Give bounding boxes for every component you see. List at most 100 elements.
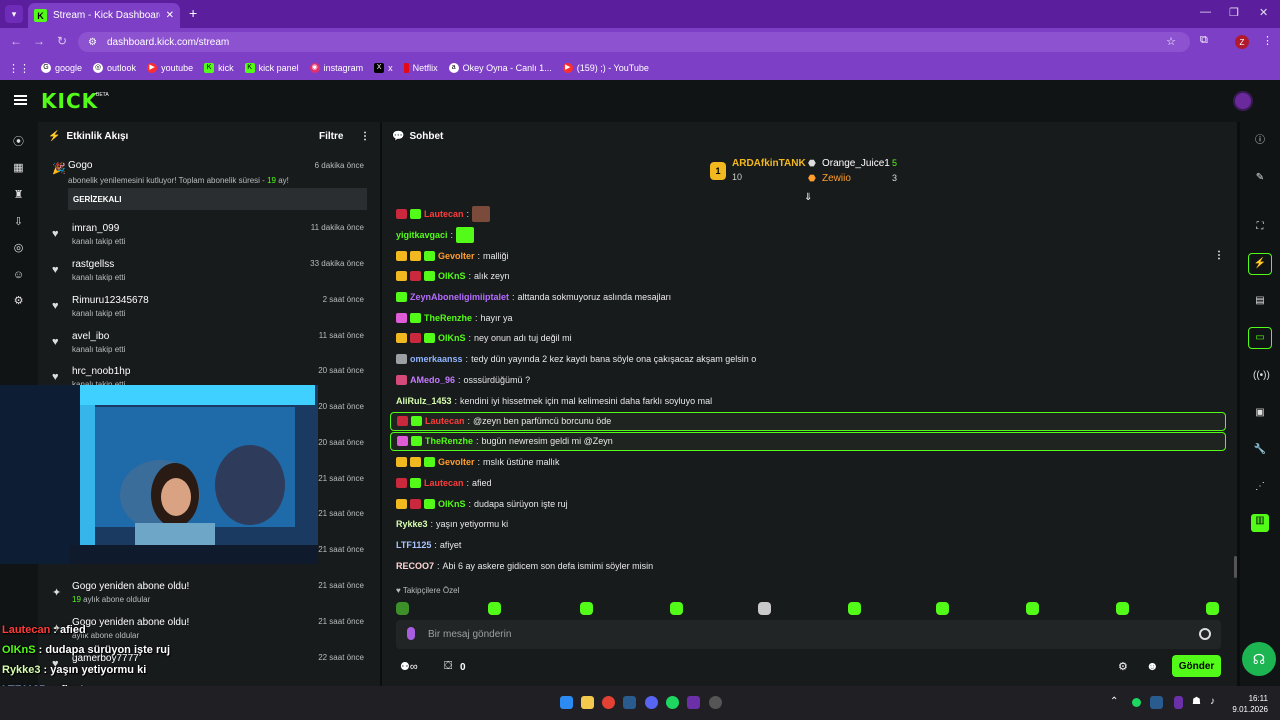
chat-toggle-icon[interactable]: ▭: [1248, 327, 1272, 349]
url-input[interactable]: ⚙ dashboard.kick.com/stream ☆: [78, 32, 1190, 52]
volume-icon[interactable]: ♪: [1210, 696, 1223, 709]
tray-app-icon[interactable]: [1132, 698, 1141, 707]
close-icon[interactable]: ✕: [166, 10, 174, 21]
quick-actions-icon[interactable]: ⚡: [1248, 253, 1272, 275]
chat-message[interactable]: yigitkavgaci:: [390, 225, 1226, 246]
badge-icon[interactable]: [410, 457, 421, 468]
emote-icon[interactable]: [472, 206, 491, 223]
badge-icon[interactable]: [411, 436, 422, 447]
broadcast-icon[interactable]: ((•)): [1253, 369, 1270, 383]
tray-chevron-icon[interactable]: ⌃: [1110, 696, 1123, 709]
feed-item[interactable]: ♥ rastgellss kanalı takip etti 33 dakika ön…: [48, 256, 370, 290]
bookmark-google[interactable]: Ggoogle: [41, 63, 82, 73]
emote-icon[interactable]: [848, 602, 861, 615]
network-icon[interactable]: ☗: [1192, 696, 1205, 709]
bookmark-x[interactable]: Xx: [374, 63, 393, 73]
expand-chevron-icon[interactable]: ⇓: [804, 192, 812, 203]
badge-icon[interactable]: [410, 250, 421, 261]
chat-username[interactable]: AliRulz_1453: [396, 396, 452, 406]
forward-button[interactable]: →: [33, 34, 45, 48]
badge-icon[interactable]: [396, 354, 407, 365]
feed-item[interactable]: ♥ imran_099 kanalı takip etti 11 dakika önc…: [48, 220, 370, 254]
emote-icon[interactable]: [1026, 602, 1039, 615]
stream-icon[interactable]: ⦿: [12, 136, 25, 149]
badge-icon[interactable]: [396, 250, 407, 261]
app-icon-2[interactable]: [709, 696, 722, 709]
chat-username[interactable]: Gevolter: [438, 457, 475, 467]
emote-icon[interactable]: [670, 602, 683, 615]
badge-icon[interactable]: [424, 457, 435, 468]
emote-picker-icon[interactable]: ☻: [1146, 659, 1159, 673]
trophy-icon[interactable]: ♜: [12, 189, 25, 202]
bookmark-kick[interactable]: Kkick: [204, 63, 234, 73]
chat-message-input[interactable]: Bir mesaj gönderin: [396, 620, 1221, 649]
badge-icon[interactable]: [410, 477, 421, 488]
badge-icon[interactable]: [396, 292, 407, 303]
bookmark-outlook[interactable]: ◎ outlook: [93, 63, 136, 73]
badge-icon[interactable]: [396, 477, 407, 488]
crop-icon[interactable]: ⛶: [1253, 220, 1267, 234]
badge-icon[interactable]: [411, 416, 422, 427]
document-icon[interactable]: ▤: [1253, 294, 1267, 308]
chat-users-icon[interactable]: ⚉∞: [400, 660, 418, 673]
chat-username[interactable]: Lautecan: [424, 478, 464, 488]
badge-icon[interactable]: [397, 416, 408, 427]
discord-icon[interactable]: [645, 696, 658, 709]
chat-message[interactable]: OlKnS: dudapa sürüyon işte ruj: [390, 493, 1226, 514]
chat-message[interactable]: TheRenzhe: hayır ya: [390, 307, 1226, 328]
badge-icon[interactable]: [424, 498, 435, 509]
bookmark-okey[interactable]: a Okey Oyna - Canlı 1...: [448, 63, 552, 73]
chat-message[interactable]: AMedo_96: osssürdüğümü ?: [390, 370, 1226, 391]
chat-username[interactable]: OlKnS: [438, 271, 466, 281]
chrome-icon[interactable]: [602, 696, 615, 709]
download-icon[interactable]: ⇩: [12, 216, 25, 229]
system-clock[interactable]: 16:11 9.01.2026: [1232, 693, 1268, 715]
emote-icon[interactable]: [1206, 602, 1219, 615]
start-icon[interactable]: [560, 696, 573, 709]
emoji-icon[interactable]: [1199, 628, 1211, 640]
badge-icon[interactable]: [396, 374, 407, 385]
bookmark-netflix[interactable]: Netflix: [403, 63, 438, 73]
chat-username[interactable]: Gevolter: [438, 251, 475, 261]
bookmark-star-icon[interactable]: ☆: [1166, 35, 1176, 48]
chat-message[interactable]: Gevolter: mslık üstüne mallık: [390, 452, 1226, 473]
target-icon[interactable]: ◎: [12, 242, 25, 255]
mic-tray-icon[interactable]: [1174, 696, 1183, 709]
badge-icon[interactable]: [410, 209, 421, 220]
more-options-icon[interactable]: ⋮: [360, 131, 370, 142]
emote-icon[interactable]: [758, 602, 771, 615]
extensions-icon[interactable]: ⧉: [1200, 34, 1208, 47]
badge-icon[interactable]: [396, 457, 407, 468]
chat-message[interactable]: ZeynAboneligimiiptalet: alttanda sokmuyor…: [390, 287, 1226, 308]
badge-icon[interactable]: [424, 271, 435, 282]
new-tab-button[interactable]: +: [189, 5, 197, 21]
bookmark-youtube-2[interactable]: ▶ (159) ;) - YouTube: [562, 63, 649, 73]
wrench-icon[interactable]: 🔧: [1253, 443, 1267, 457]
chat-message[interactable]: RECOO7: Abi 6 ay askere gidicem son defa …: [390, 555, 1226, 576]
emote-icon[interactable]: [396, 602, 409, 615]
chat-username[interactable]: Lautecan: [425, 416, 465, 426]
badge-icon[interactable]: [396, 498, 407, 509]
user-avatar[interactable]: [1233, 91, 1253, 111]
badge-icon[interactable]: [410, 271, 421, 282]
file-explorer-icon[interactable]: [581, 696, 594, 709]
chat-message[interactable]: LTF1125: afiyet: [390, 535, 1226, 556]
support-chat-icon[interactable]: ☊: [1242, 642, 1276, 676]
chat-message[interactable]: Gevolter: malliği: [390, 245, 1226, 266]
feed-item[interactable]: ♥ avel_ibo kanalı takip etti 11 saat önce: [48, 328, 370, 362]
chat-message[interactable]: Lautecan: afied: [390, 473, 1226, 494]
chat-username[interactable]: yigitkavgaci: [396, 230, 448, 240]
bookmark-instagram[interactable]: ◉ instagram: [309, 63, 363, 73]
chat-settings-icon[interactable]: ⚙: [1118, 660, 1128, 673]
bookmark-youtube[interactable]: ▶ youtube: [147, 63, 193, 73]
badge-icon[interactable]: [396, 271, 407, 282]
apps-icon[interactable]: ⋮⋮: [8, 62, 30, 75]
chat-message[interactable]: Lautecan: @zeyn ben parfümcü borcunu öde: [390, 411, 1226, 431]
emote-icon[interactable]: [488, 602, 501, 615]
widget-icon[interactable]: ▥: [1251, 514, 1269, 532]
points-icon[interactable]: ⛋: [444, 660, 452, 673]
feed-item[interactable]: ♥ Rimuru12345678 kanalı takip etti 2 saat ö…: [48, 292, 370, 326]
emote-icon[interactable]: [456, 227, 475, 244]
badge-icon[interactable]: [410, 498, 421, 509]
chat-message[interactable]: Rykke3: yaşın yetiyormu ki: [390, 514, 1226, 535]
